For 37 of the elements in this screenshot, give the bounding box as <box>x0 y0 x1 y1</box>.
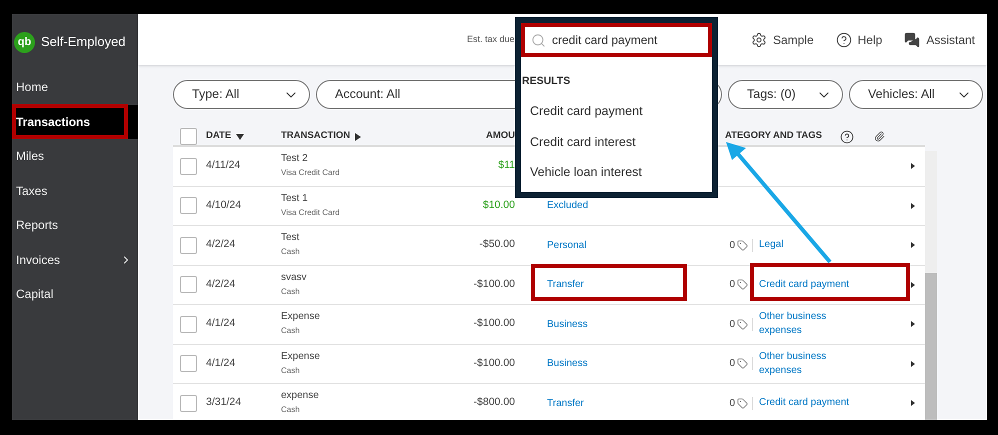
transaction-name: Expense <box>281 310 321 324</box>
transaction-name: Test 1 <box>281 192 309 206</box>
tag-count: 0 <box>728 357 735 372</box>
transaction-name: Test <box>281 231 300 246</box>
results-heading: RESULTS <box>522 74 572 89</box>
account-name: Cash <box>281 364 301 377</box>
transaction-name: expense <box>281 389 320 404</box>
account-name: Visa Credit Card <box>281 206 341 219</box>
amount-cell-text: -$50.00 <box>478 237 515 252</box>
logo: qb <box>14 32 35 52</box>
amount-cell-text: -$800.00 <box>472 395 515 410</box>
date-cell-text: 4/2/24 <box>206 276 236 292</box>
amount-cell-text: -$100.00 <box>472 276 515 292</box>
account-name: Cash <box>281 325 301 338</box>
account-name: Cash <box>281 404 301 416</box>
transaction-name: svasv <box>281 270 308 285</box>
date-cell-text: 4/1/24 <box>206 316 236 332</box>
date-cell-text: 4/2/24 <box>206 237 236 252</box>
account-name: Visa Credit Card <box>281 167 341 180</box>
tag-count: 0 <box>728 278 735 292</box>
date-cell-text: 4/10/24 <box>206 198 242 213</box>
transaction-name: Test 2 <box>281 152 309 166</box>
est-tax-label: Est. tax due <box>467 32 515 46</box>
amount-cell-text: $10.00 <box>482 198 515 213</box>
tag-count: 0 <box>728 318 735 332</box>
amount-cell-text: $11 <box>497 158 515 174</box>
date-cell-text: 4/11/24 <box>206 158 242 174</box>
account-name: Cash <box>281 246 301 258</box>
account-name: Cash <box>281 286 301 298</box>
date-cell-text: 4/1/24 <box>206 356 236 371</box>
date-cell-text: 3/31/24 <box>206 395 242 410</box>
amount-cell-text: -$100.00 <box>472 356 515 371</box>
tag-count: 0 <box>728 396 735 411</box>
tag-count: 0 <box>728 238 735 253</box>
amount-cell-text: -$100.00 <box>472 316 515 332</box>
brand-name: Self-Employed <box>41 33 126 52</box>
transaction-name: Expense <box>281 350 321 364</box>
